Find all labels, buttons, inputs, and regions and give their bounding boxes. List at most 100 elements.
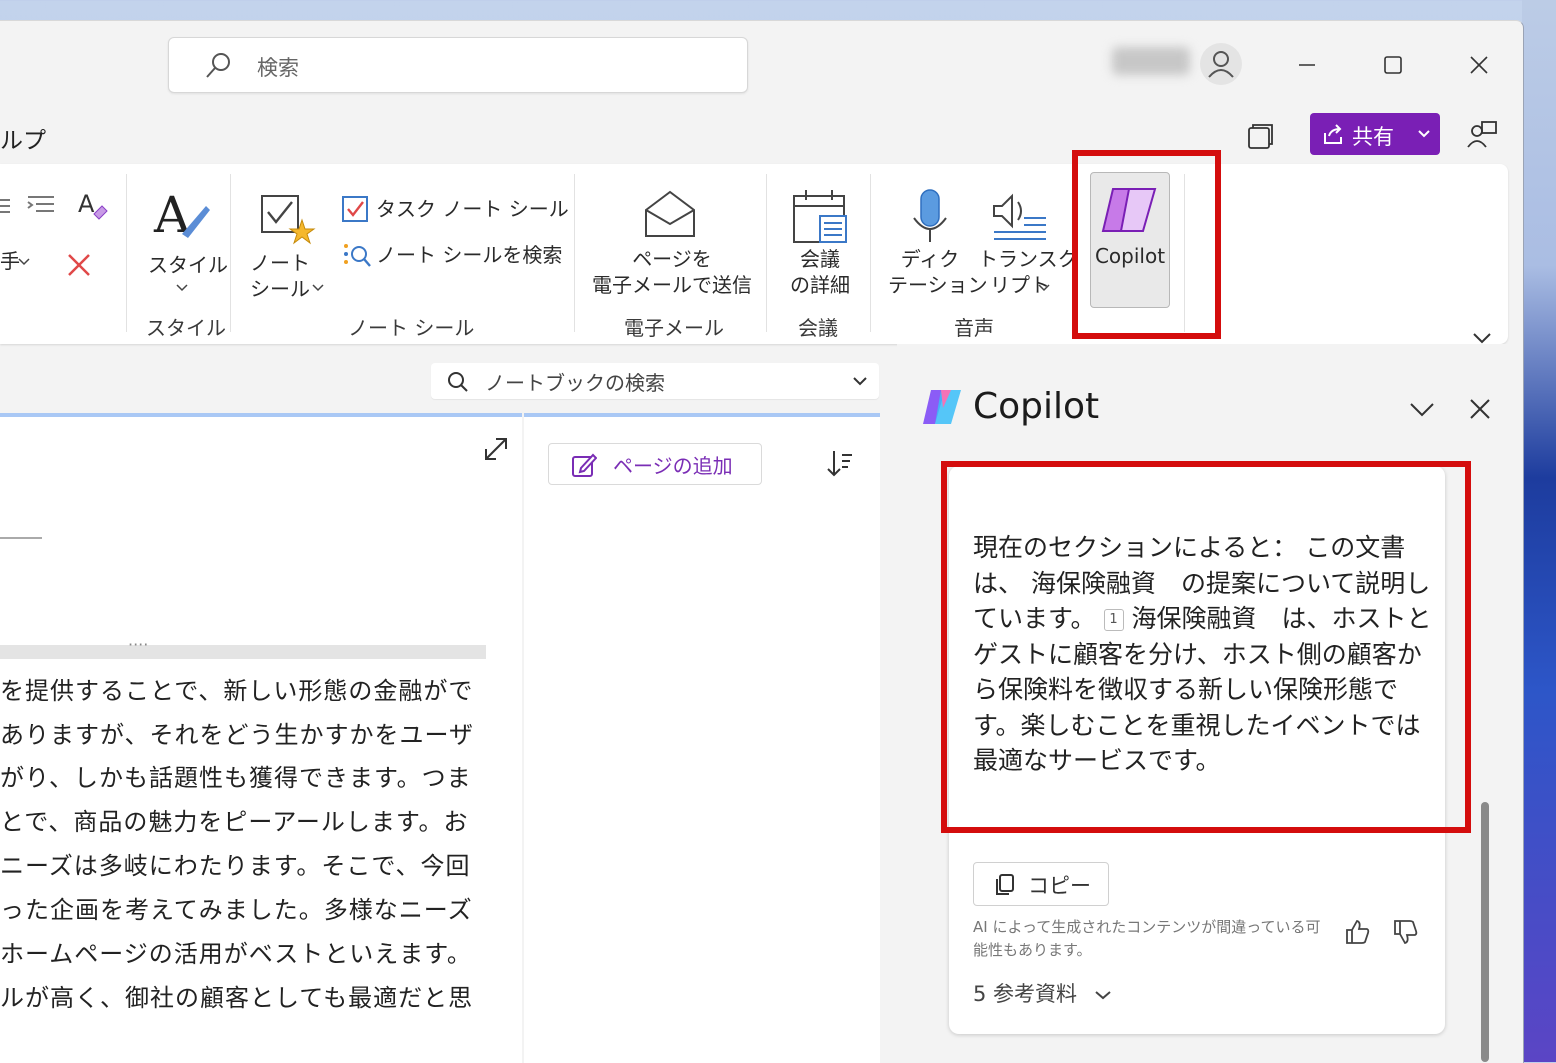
copilot-response-text: 現在のセクションによると： この文書は、 海保険融資 の提案について説明していま… — [973, 530, 1435, 779]
styles-button[interactable]: A スタイル — [140, 174, 228, 304]
meeting-group-label: 会議 — [798, 316, 838, 340]
references-toggle[interactable]: 5 参考資料 — [973, 978, 1112, 1008]
styles-group-label: スタイル — [146, 316, 226, 340]
tags-group-label: ノート シール — [348, 316, 475, 340]
ribbon: A 手 A スタイル スタイル ノート シール タスク ノート シール ノート … — [0, 164, 1508, 344]
ribbon-separator — [230, 174, 231, 332]
title-search-box[interactable]: 検索 — [168, 37, 748, 93]
copy-icon — [996, 874, 1014, 895]
copy-button[interactable]: コピー — [973, 862, 1109, 906]
chevron-down-icon — [176, 284, 188, 292]
dictate-label: ディク テーション — [888, 247, 988, 297]
thumbs-up-icon[interactable] — [1343, 918, 1371, 946]
maximize-button[interactable] — [1370, 45, 1416, 85]
page-text-line: ありますが、それをどう生かすかをユーザ — [0, 721, 475, 749]
copilot-scrollbar[interactable] — [1481, 802, 1489, 1062]
add-page-label: ページの追加 — [613, 454, 733, 478]
checkbox-icon — [342, 196, 368, 222]
ribbon-separator — [766, 174, 767, 332]
calendar-icon — [793, 190, 847, 243]
task-tag-label: タスク ノート シール — [376, 197, 569, 221]
search-icon — [448, 372, 468, 392]
copilot-icon — [1101, 188, 1157, 232]
title-search-placeholder: 検索 — [257, 56, 299, 80]
page-canvas[interactable]: ···· を提供することで、新しい形態の金融がで ありますが、それをどう生かすか… — [0, 413, 522, 1063]
transcribe-icon — [993, 193, 1046, 240]
transcribe-button[interactable]: トランスク リプト — [978, 174, 1078, 304]
copilot-response-card: 現在のセクションによると： この文書は、 海保険融資 の提案について説明していま… — [949, 466, 1445, 1034]
notebook-search-box[interactable]: ノートブックの検索 — [431, 363, 879, 399]
chevron-down-icon — [1418, 130, 1430, 138]
drag-handle-dots: ···· — [128, 635, 149, 654]
find-tags-icon — [344, 244, 371, 267]
indent-icon[interactable] — [26, 192, 56, 218]
ribbon-separator — [126, 174, 127, 332]
account-avatar[interactable] — [1200, 43, 1242, 85]
desktop-wallpaper — [1522, 0, 1556, 1062]
copy-label: コピー — [1028, 874, 1091, 898]
thumbs-down-icon[interactable] — [1391, 918, 1419, 946]
notebook-search-placeholder: ノートブックの検索 — [485, 371, 665, 395]
clear-formatting-icon[interactable]: A — [76, 190, 110, 222]
page-text-line: を提供することで、新しい形態の金融がで — [0, 677, 474, 705]
note-tag-button[interactable]: ノート シール — [244, 174, 334, 304]
ribbon-separator — [1184, 174, 1185, 332]
copilot-pane-title: Copilot — [973, 386, 1100, 427]
meeting-details-label: 会議 の詳細 — [790, 247, 850, 297]
menu-tab-help[interactable]: ルプ — [0, 121, 46, 155]
email-group-label: 電子メール — [624, 316, 724, 340]
chevron-down-icon[interactable] — [1409, 402, 1435, 418]
page-list-pane: ページの追加 — [524, 413, 880, 1063]
chevron-down-icon — [18, 258, 30, 266]
ribbon-separator — [574, 174, 575, 332]
maximize-icon — [1384, 56, 1402, 74]
onenote-window: 検索 ルプ 共有 A 手 A スタイル スタイル ノート シール タスク ノート… — [0, 20, 1524, 1063]
outline-container-handle[interactable]: ···· — [0, 635, 486, 659]
find-tags-label: ノート シールを検索 — [376, 243, 563, 267]
page-text-line: ホームページの活用がベストといえます。 — [0, 940, 472, 968]
copilot-ribbon-label: Copilot — [1094, 244, 1166, 268]
close-icon — [1470, 56, 1488, 74]
page-text-line: ニーズは多岐にわたります。そこで、今回 — [0, 852, 471, 880]
svg-text:A: A — [78, 190, 95, 218]
sort-icon[interactable] — [824, 449, 854, 479]
close-window-button[interactable] — [1456, 45, 1502, 85]
chevron-down-icon — [1038, 284, 1050, 292]
immersive-reader-button[interactable] — [1244, 121, 1276, 157]
search-icon — [206, 53, 230, 78]
copilot-logo-icon — [923, 390, 961, 424]
title-underline — [0, 537, 42, 539]
meeting-details-button[interactable]: 会議 の詳細 — [780, 174, 860, 304]
minimize-icon — [1299, 64, 1315, 66]
close-icon[interactable] — [1469, 398, 1491, 420]
bullets-icon[interactable] — [0, 194, 14, 218]
present-button[interactable] — [1466, 119, 1498, 155]
chevron-down-icon — [1095, 991, 1111, 1000]
expand-icon[interactable] — [482, 435, 510, 463]
share-button[interactable]: 共有 — [1310, 113, 1440, 155]
dictate-button[interactable]: ディク テーション — [884, 174, 988, 304]
ai-disclaimer: AI によって生成されたコンテンツが間違っている可能性もあります。 — [973, 918, 1321, 959]
minimize-button[interactable] — [1284, 45, 1330, 85]
share-icon — [1324, 124, 1342, 144]
note-tag-label: ノート シール — [250, 251, 310, 301]
styles-label: スタイル — [148, 253, 228, 277]
pages-icon — [1248, 124, 1273, 149]
citation-badge[interactable]: 1 — [1103, 609, 1124, 631]
chevron-down-icon — [312, 284, 324, 292]
voice-group-label: 音声 — [954, 316, 994, 340]
delete-icon[interactable] — [66, 252, 92, 278]
styles-icon: A — [153, 186, 210, 244]
add-page-button[interactable]: ページの追加 — [548, 443, 762, 485]
find-tags-button[interactable]: ノート シールを検索 — [340, 240, 563, 270]
envelope-icon — [645, 190, 695, 237]
copilot-pane: Copilot 現在のセクションによると： この文書は、 海保険融資 の提案につ… — [897, 344, 1523, 1063]
page-text-line: った企画を考えてみました。多様なニーズ — [0, 896, 473, 924]
copilot-ribbon-button[interactable]: Copilot — [1090, 172, 1170, 308]
email-page-button[interactable]: ページを 電子メールで送信 — [588, 174, 754, 304]
task-tag-button[interactable]: タスク ノート シール — [340, 194, 569, 224]
ribbon-separator — [870, 174, 871, 332]
presenter-icon — [1467, 121, 1497, 148]
email-page-label: ページを 電子メールで送信 — [592, 247, 752, 297]
chevron-down-icon[interactable] — [1472, 332, 1492, 344]
